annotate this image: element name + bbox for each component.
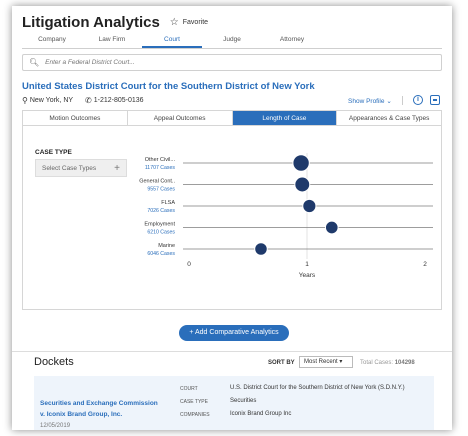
docket-date: 12/05/2019 [40, 423, 71, 429]
category-label: FLSA [161, 200, 175, 206]
search-icon: 🔍︎ [29, 58, 40, 67]
search-input[interactable] [45, 59, 426, 66]
add-comparative-analytics-button[interactable]: + Add Comparative Analytics [179, 325, 289, 341]
print-icon[interactable] [430, 95, 440, 105]
chevron-down-icon: ⌄ [386, 98, 392, 105]
show-profile-label: Show Profile [348, 98, 385, 105]
tab-court[interactable]: Court [142, 36, 202, 48]
location-pin-icon: ⚲ [22, 96, 28, 105]
court-meta: ⚲ New York, NY ✆ 1-212-805-0136 [22, 96, 144, 105]
category-label: Marine [158, 243, 175, 249]
dockets-title: Dockets [34, 356, 74, 368]
category-cases-label: 6210 Cases [147, 230, 175, 236]
docket-field-label: COMPANIES [180, 412, 210, 418]
divider [402, 96, 403, 105]
data-point [302, 198, 317, 214]
x-tick-label: 0 [187, 261, 191, 268]
data-point [254, 242, 268, 256]
favorite-label: Favorite [182, 19, 209, 26]
x-axis-label: Years [299, 272, 316, 279]
category-label: General Cont.. [139, 179, 175, 185]
length-of-case-chart: Other Civil... 11707 Cases General Cont.. 9… [139, 153, 433, 279]
sort-select[interactable]: Most Recent ▾ [299, 356, 353, 368]
analytics-panel: Motion Outcomes Appeal Outcomes Length o… [22, 110, 442, 310]
top-tabs: Company Law Firm Court Judge Attorney [22, 36, 442, 49]
total-cases-value: 104298 [394, 360, 415, 366]
app-window: Litigation Analytics ☆ Favorite Company … [12, 6, 452, 430]
court-title: United States District Court for the Sou… [22, 81, 315, 92]
favorite-button[interactable]: ☆ Favorite [170, 17, 208, 28]
x-tick-label: 1 [305, 261, 309, 268]
phone-icon: ✆ [85, 96, 92, 105]
caret-down-icon: ▾ [339, 359, 343, 365]
sort-by-label: SORT BY [268, 360, 295, 366]
search-box: 🔍︎ [22, 54, 442, 71]
tab-attorney[interactable]: Attorney [262, 36, 322, 48]
data-point [294, 176, 311, 193]
docket-field-label: CASE TYPE [180, 399, 208, 405]
tab-law-firm[interactable]: Law Firm [82, 36, 142, 48]
docket-row: Securities and Exchange Commission v. Ic… [34, 376, 434, 430]
docket-field-value: Iconix Brand Group Inc [230, 411, 292, 417]
data-point [292, 154, 310, 172]
category-cases-label: 9557 Cases [147, 187, 175, 193]
star-icon: ☆ [169, 17, 179, 28]
docket-field-label: COURT [180, 386, 198, 392]
info-icon[interactable]: i [413, 95, 423, 105]
title-row: Litigation Analytics ☆ Favorite [22, 14, 208, 31]
docket-field-value: Securities [230, 398, 257, 404]
total-cases-label: Total Cases: [360, 360, 394, 366]
docket-field-value: U.S. District Court for the Southern Dis… [230, 385, 405, 391]
court-phone: 1-212-805-0136 [93, 97, 144, 104]
court-location: New York, NY [29, 97, 74, 104]
category-cases-label: 6046 Cases [147, 251, 175, 257]
tab-company[interactable]: Company [22, 36, 82, 48]
docket-case-link[interactable]: Securities and Exchange Commission v. Ic… [40, 398, 160, 420]
x-tick-label: 2 [423, 261, 427, 268]
total-cases: Total Cases: 104298 [360, 360, 415, 366]
category-cases-label: 7026 Cases [147, 208, 175, 214]
data-point [324, 220, 339, 235]
category-label: Other Civil... [145, 157, 176, 163]
app-title: Litigation Analytics [22, 14, 160, 31]
sort-select-value: Most Recent [304, 359, 338, 365]
show-profile-button[interactable]: Show Profile ⌄ [348, 97, 392, 105]
tab-judge[interactable]: Judge [202, 36, 262, 48]
category-label: Employment [144, 222, 175, 228]
category-cases-label: 11707 Cases [145, 165, 176, 171]
